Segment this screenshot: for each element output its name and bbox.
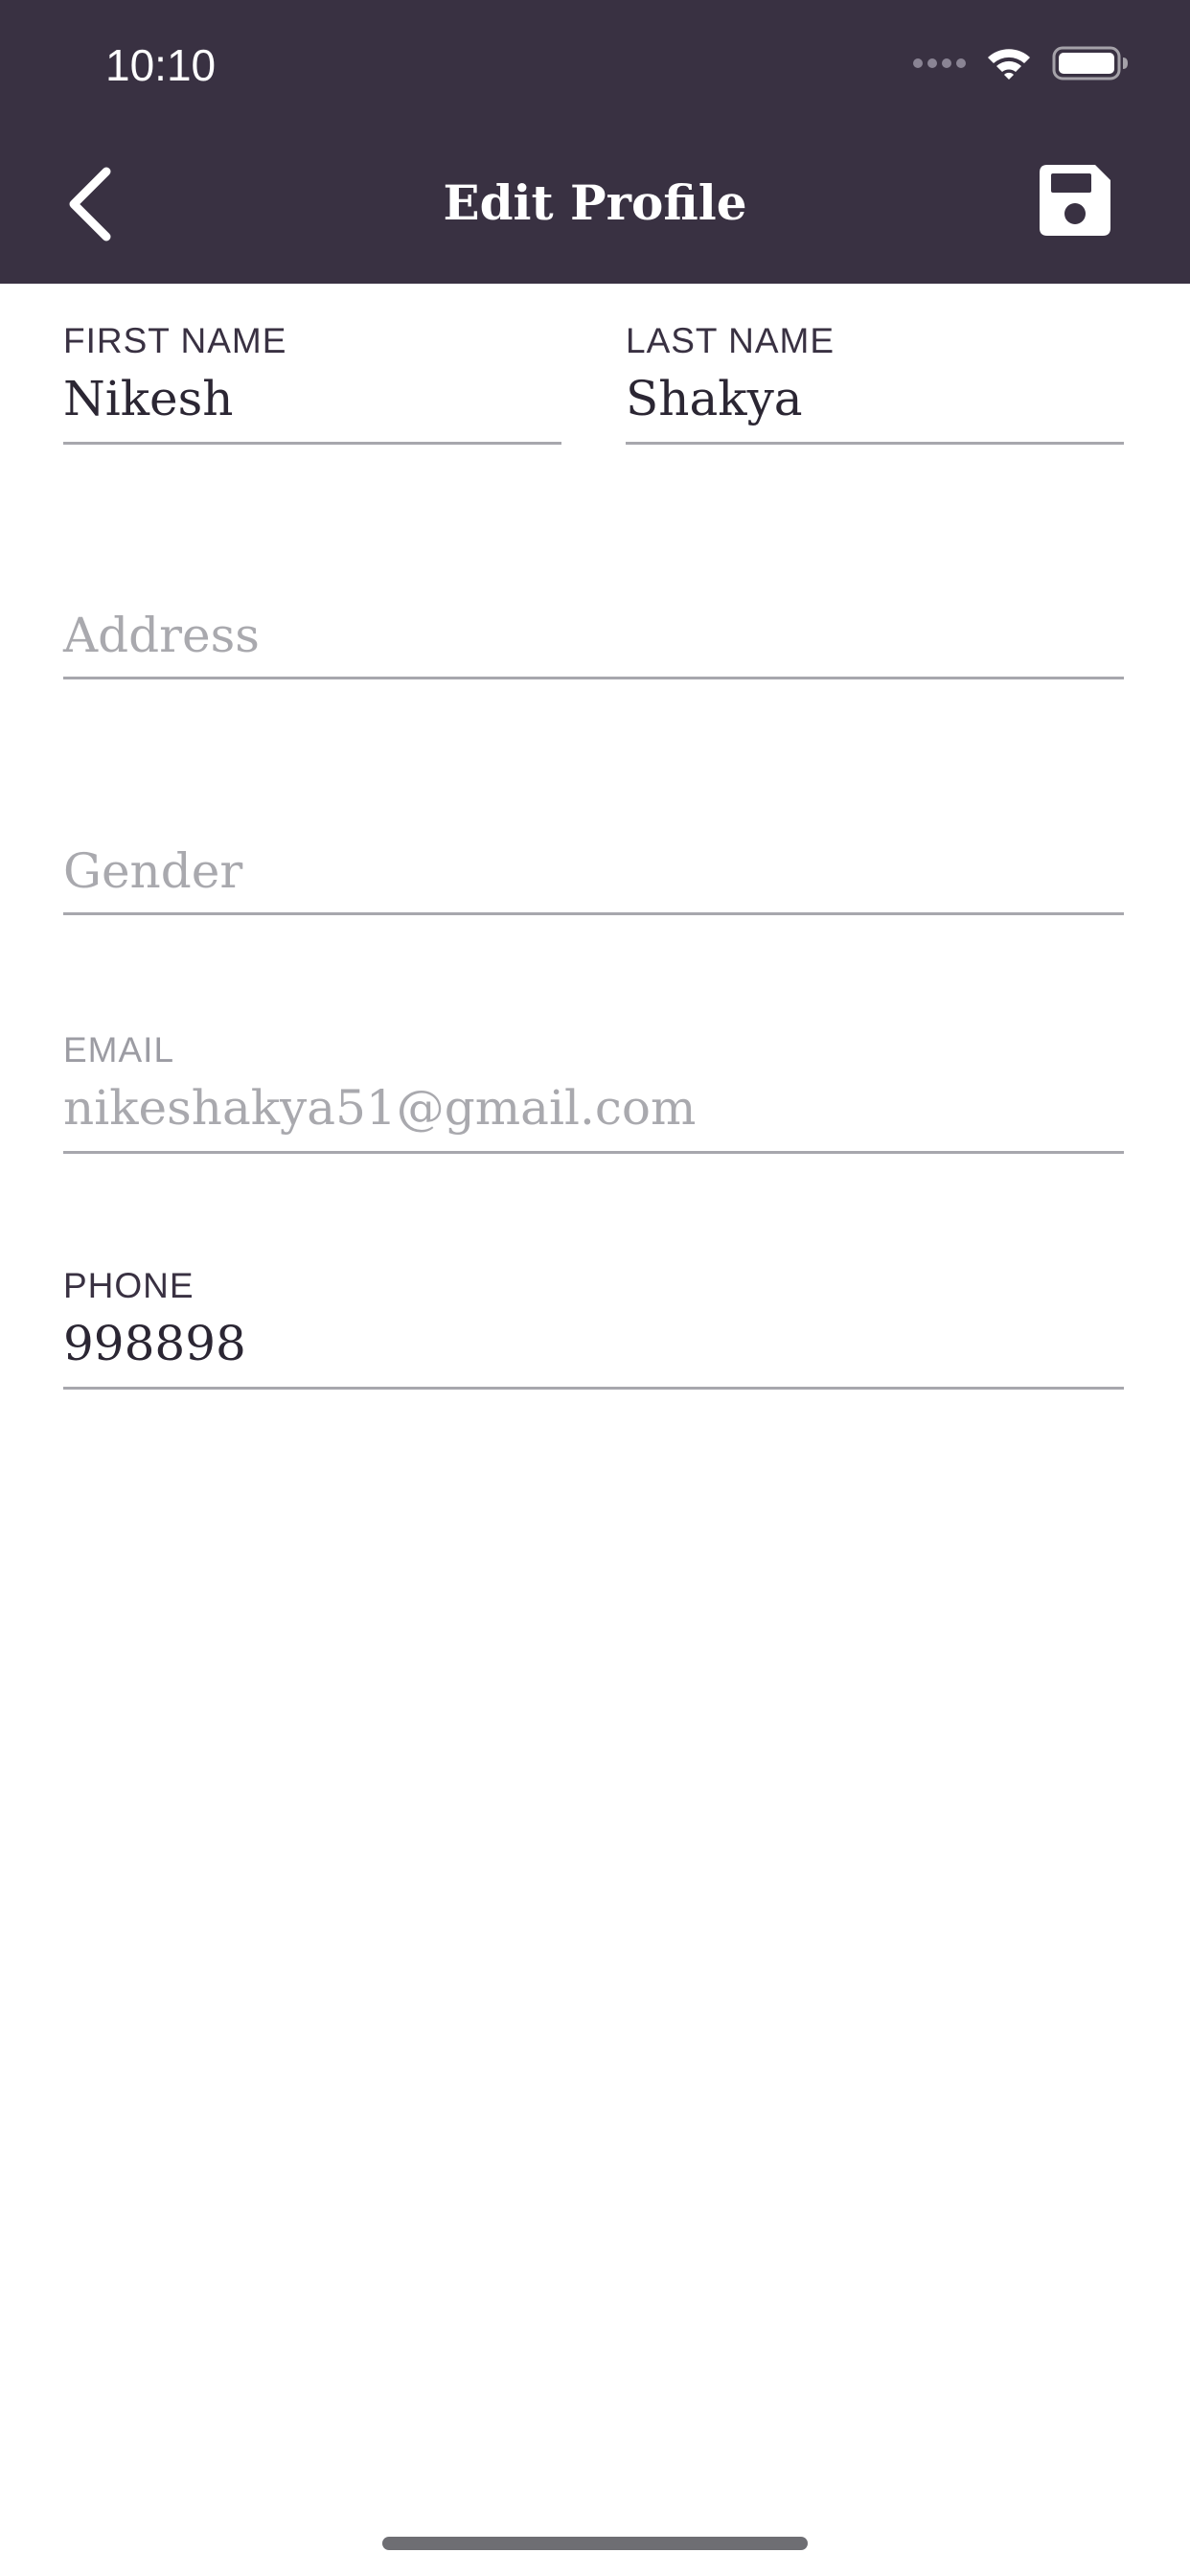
save-button[interactable] (1040, 165, 1126, 251)
email-value: nikeshakya51@gmail.com (63, 1080, 697, 1136)
last-name-value: Shakya (626, 371, 803, 426)
phone-value: 998898 (63, 1316, 246, 1371)
email-label: EMAIL (63, 1030, 175, 1070)
gender-placeholder: Gender (63, 843, 243, 899)
signal-icon (912, 57, 968, 70)
battery-icon (1052, 46, 1129, 80)
address-placeholder: Address (63, 608, 260, 663)
home-indicator (382, 2537, 808, 2550)
back-button[interactable] (48, 153, 134, 259)
gender-field[interactable]: Gender (63, 772, 1124, 915)
status-icons (912, 44, 1129, 82)
last-name-field[interactable]: LAST NAME Shakya (626, 312, 1124, 445)
first-name-label: FIRST NAME (63, 321, 287, 360)
page-title: Edit Profile (443, 174, 747, 231)
first-name-value: Nikesh (63, 371, 234, 426)
app-header: 10:10 Edit Profile (0, 0, 1190, 284)
phone-field[interactable]: PHONE 998898 (63, 1257, 1124, 1390)
phone-label: PHONE (63, 1266, 195, 1305)
status-time: 10:10 (105, 40, 217, 90)
email-field: EMAIL nikeshakya51@gmail.com (63, 1022, 1124, 1154)
chevron-left-icon (64, 166, 118, 247)
address-field[interactable]: Address (63, 537, 1124, 679)
last-name-label: LAST NAME (626, 321, 835, 360)
first-name-field[interactable]: FIRST NAME Nikesh (63, 312, 561, 445)
wifi-icon (985, 45, 1033, 81)
floppy-disk-icon (1040, 165, 1110, 240)
